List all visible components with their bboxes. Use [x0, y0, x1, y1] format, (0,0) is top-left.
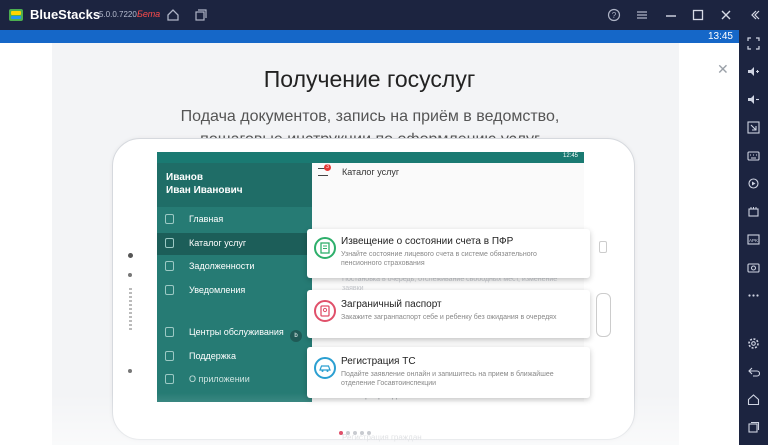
svg-text:APK: APK — [749, 238, 758, 243]
volume-up-icon[interactable] — [745, 63, 762, 80]
support-icon — [165, 351, 174, 361]
navigation-drawer: Иванов Иван Иванович Главная Каталог усл… — [157, 163, 312, 402]
android-status-bar: 13:45 — [0, 30, 739, 43]
car-icon — [314, 357, 336, 379]
fullscreen-icon[interactable] — [745, 35, 762, 52]
card-title: Извещение о состоянии счета в ПФР — [341, 236, 514, 247]
help-icon[interactable]: ? — [604, 5, 624, 25]
card-description: Узнайте состояние лицевого счета в систе… — [341, 250, 581, 268]
passport-icon — [314, 300, 336, 322]
card-title: Регистрация ТС — [341, 356, 416, 367]
carousel-dot[interactable] — [339, 431, 343, 435]
location-icon — [165, 327, 174, 337]
card-description-line: пенсионного страхования — [341, 260, 425, 267]
carousel-dot[interactable] — [346, 431, 350, 435]
back-icon[interactable] — [745, 363, 762, 380]
menu-item-about[interactable]: О приложении — [157, 369, 312, 391]
app-version: 5.0.0.7220 — [99, 10, 137, 19]
tablet-sensor — [128, 273, 132, 277]
menu-icon[interactable] — [632, 5, 652, 25]
minimize-icon[interactable] — [661, 5, 681, 25]
tablet-button — [599, 241, 607, 253]
app-name: BlueStacks — [30, 7, 101, 22]
volume-down-icon[interactable] — [745, 91, 762, 108]
collapse-sidebar-icon[interactable] — [744, 5, 764, 25]
menu-item-catalog[interactable]: Каталог услуг — [157, 233, 312, 255]
user-name: Иванов Иван Иванович — [166, 171, 243, 197]
right-sidebar: APK — [739, 30, 768, 445]
menu-item-centers[interactable]: Центры обслуживания — [157, 322, 312, 344]
beta-label: Бета — [137, 9, 161, 19]
recent-apps-icon[interactable] — [745, 419, 762, 436]
card-description: Подайте заявление онлайн и запишитесь на… — [341, 370, 581, 388]
menu-label: Центры обслуживания — [189, 327, 284, 337]
promo-title: Получение госуслуг — [263, 66, 476, 92]
macro-icon[interactable] — [745, 203, 762, 220]
close-icon[interactable] — [716, 5, 736, 25]
tablet-home-button — [596, 293, 611, 337]
card-description-line: Закажите загранпаспорт себе и ребенку бе… — [341, 314, 557, 321]
menu-label: Каталог услуг — [189, 238, 247, 248]
bell-icon — [165, 285, 174, 295]
card-description-line: Подайте заявление онлайн и запишитесь на… — [341, 371, 554, 378]
user-surname: Иванов — [166, 172, 204, 183]
menu-item-home[interactable]: Главная — [157, 209, 312, 231]
info-icon — [165, 374, 174, 384]
maximize-icon[interactable] — [688, 5, 708, 25]
menu-label: О приложении — [189, 374, 250, 384]
menu-label: Уведомления — [189, 285, 246, 295]
android-home-icon[interactable] — [745, 391, 762, 408]
carousel-dots[interactable] — [339, 422, 374, 440]
debts-icon — [165, 261, 174, 271]
screenshot-icon[interactable] — [745, 259, 762, 276]
menu-item-notifications[interactable]: Уведомления — [157, 280, 312, 302]
panel-title: Каталог услуг — [342, 167, 400, 177]
drawer-header: Иванов Иван Иванович — [157, 163, 312, 207]
home-icon — [165, 214, 174, 224]
user-given-name: Иван Иванович — [166, 185, 243, 196]
menu-item-debts[interactable]: Задолженности — [157, 256, 312, 278]
android-clock: 13:45 — [707, 31, 733, 42]
carousel-dot[interactable] — [360, 431, 364, 435]
keyboard-controls-icon[interactable] — [745, 147, 762, 164]
service-card-pfr[interactable]: Извещение о состоянии счета в ПФР Узнайт… — [307, 229, 590, 278]
card-title: Заграничный паспорт — [341, 299, 442, 310]
subtitle-line: Подача документов, запись на приём в вед… — [180, 108, 560, 125]
multi-instance-icon[interactable] — [191, 5, 211, 25]
menu-label: Поддержка — [189, 351, 236, 361]
more-icon[interactable] — [745, 287, 762, 304]
rotate-icon[interactable] — [745, 175, 762, 192]
document-icon — [314, 237, 336, 259]
svg-text:?: ? — [612, 11, 617, 20]
card-description: Закажите загранпаспорт себе и ребенку бе… — [341, 313, 581, 322]
service-card-vehicle[interactable]: Регистрация ТС Подайте заявление онлайн … — [307, 347, 590, 398]
settings-icon[interactable] — [745, 335, 762, 352]
tablet-sensor — [128, 369, 132, 373]
catalog-icon — [165, 238, 174, 248]
menu-label: Задолженности — [189, 261, 255, 271]
card-description-line: Узнайте состояние лицевого счета в систе… — [341, 251, 537, 258]
carousel-dot[interactable] — [367, 431, 371, 435]
fullscreen-toggle-icon[interactable] — [745, 119, 762, 136]
notification-badge: b — [290, 330, 302, 342]
bluestacks-logo-icon — [9, 9, 23, 21]
carousel-dot[interactable] — [353, 431, 357, 435]
home-icon[interactable] — [163, 5, 183, 25]
tablet-speaker — [129, 288, 132, 330]
service-card-passport[interactable]: Заграничный паспорт Закажите загранпаспо… — [307, 290, 590, 338]
tablet-status-bar: 12:45 — [157, 152, 584, 163]
apk-icon[interactable]: APK — [745, 231, 762, 248]
menu-label: Главная — [189, 214, 224, 224]
title-bar: BlueStacks 5.0.0.7220 Бета ? — [0, 0, 768, 30]
tablet-time: 12:45 — [562, 153, 578, 159]
card-description-line: отделение Госавтоинспекции — [341, 380, 437, 387]
tablet-camera — [128, 253, 133, 258]
notification-count: 3 — [324, 164, 331, 171]
menu-item-support[interactable]: Поддержка — [157, 346, 312, 368]
